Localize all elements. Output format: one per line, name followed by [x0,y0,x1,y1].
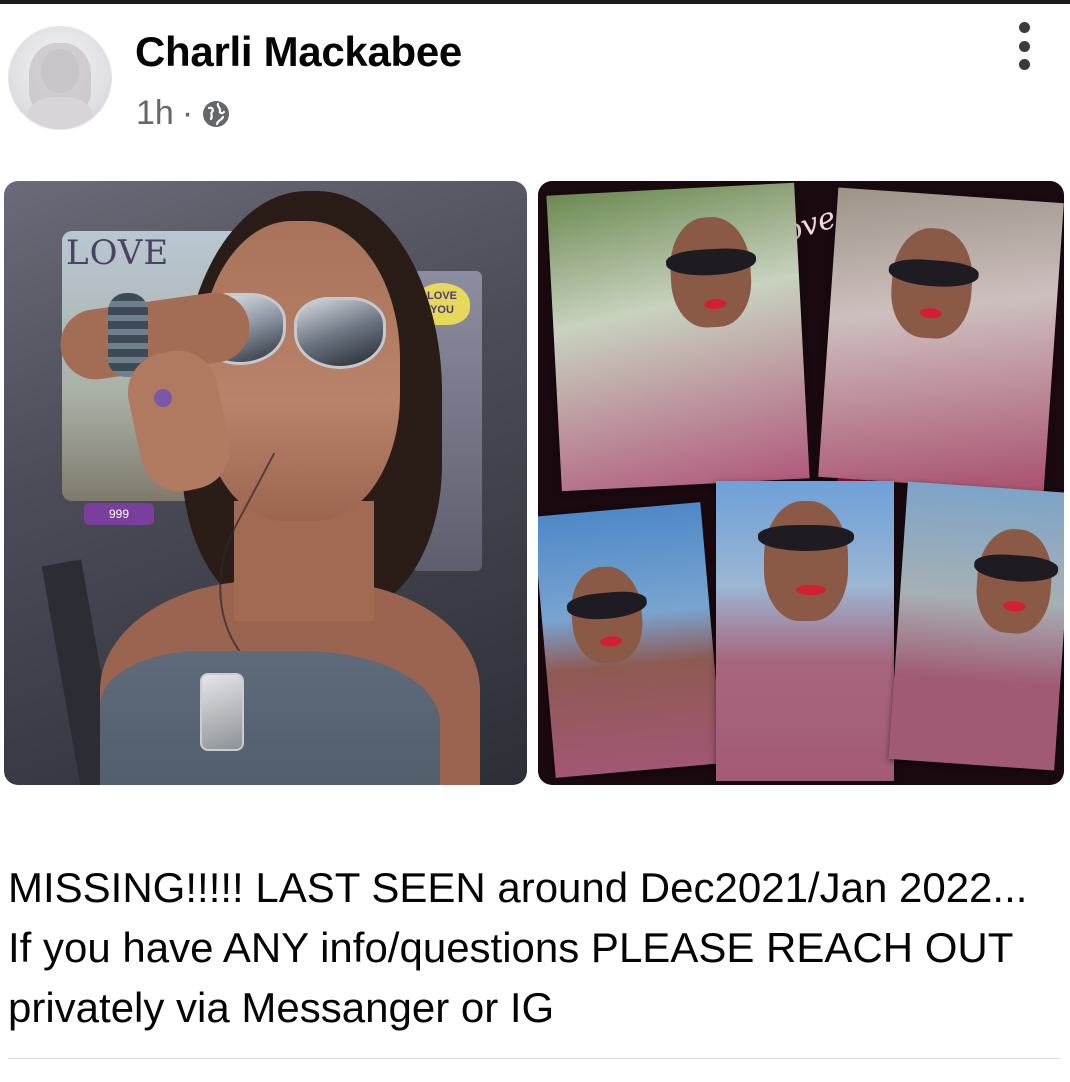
post-divider [8,1058,1060,1059]
collage-tile-5 [888,481,1064,771]
collage-tile-4 [716,481,894,781]
avatar-head [41,49,79,93]
top-border [0,0,1070,4]
globe-icon[interactable] [201,99,231,129]
post-caption: MISSING!!!!! LAST SEEN around Dec2021/Ja… [8,864,1028,1031]
ring [154,389,172,407]
avatar[interactable] [8,26,112,130]
collage-tile-2 [818,187,1064,493]
badge-999: 999 [84,503,154,525]
dog-tag-pendant [200,673,244,751]
meta-separator: · [181,94,194,132]
avatar-body [27,97,93,129]
tile-sunglasses [758,525,854,551]
collage-tile-3 [538,502,724,778]
more-options-button[interactable] [1004,18,1044,74]
post-meta: 1h · [136,94,231,133]
tile-lips [796,585,826,595]
tank-top [100,651,440,785]
sunglasses-right-lens [294,297,386,369]
post-photo-collage[interactable]: love [538,181,1064,785]
post-time[interactable]: 1h [136,94,174,133]
more-dot [1018,40,1030,52]
collage-tile-1 [546,182,810,492]
love-sticker: LOVE [66,233,170,273]
more-dot [1018,22,1030,33]
tile-face [764,501,848,621]
more-dot [1018,59,1030,70]
author-name[interactable]: Charli Mackabee [135,28,462,76]
post-photo-left[interactable]: LOVE LOVE YOU 999 [4,181,527,785]
